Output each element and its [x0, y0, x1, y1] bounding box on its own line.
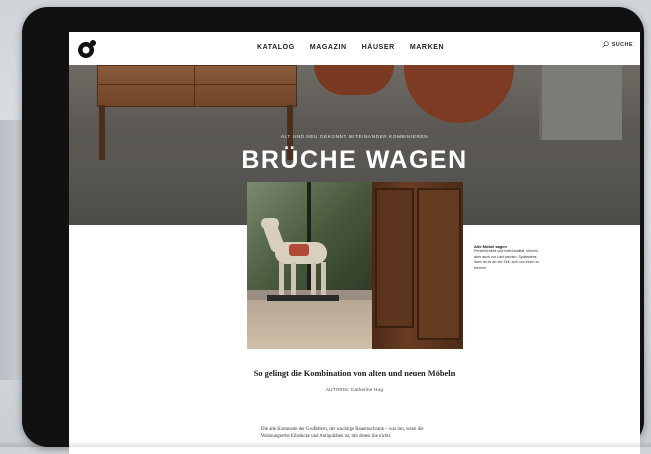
main-menu: KATALOG MAGAZIN HÄUSER MARKEN [257, 44, 444, 51]
tablet-frame: KATALOG MAGAZIN HÄUSER MARKEN SUCHE ALT … [22, 7, 644, 454]
brand-logo-icon[interactable] [76, 38, 98, 60]
search-button[interactable]: SUCHE [602, 41, 633, 48]
bottom-shadow [0, 441, 651, 447]
nav-item-katalog[interactable]: KATALOG [257, 44, 295, 51]
hero-title: BRÜCHE WAGEN [241, 146, 468, 174]
article-body: Die alte Kommode der Großeltern, der wuc… [261, 427, 424, 439]
tablet-screen: KATALOG MAGAZIN HÄUSER MARKEN SUCHE ALT … [69, 32, 640, 454]
side-note: Alte Möbel sagen Persönlichkeit und Indi… [474, 244, 542, 271]
search-icon [602, 41, 609, 48]
article-author: AUTORIN: Catherine Hug [325, 387, 384, 392]
hero-kicker: ALT UND NEU GEKONNT MITEINANDER KOMBINIE… [280, 135, 429, 140]
hero-window-image [539, 65, 622, 140]
nav-item-haeuser[interactable]: HÄUSER [362, 44, 395, 51]
hero-chair-image [314, 65, 394, 95]
search-label: SUCHE [611, 41, 633, 48]
hero-dresser-image [97, 65, 297, 107]
top-navigation: KATALOG MAGAZIN HÄUSER MARKEN SUCHE [69, 32, 640, 65]
side-note-text: Persönlichkeit und Individualität, könne… [474, 249, 540, 270]
hero-chair-image [404, 65, 514, 123]
nav-item-marken[interactable]: MARKEN [410, 44, 444, 51]
nav-item-magazin[interactable]: MAGAZIN [310, 44, 347, 51]
article-subtitle: So gelingt die Kombination von alten und… [253, 369, 456, 378]
article-image [247, 182, 463, 349]
